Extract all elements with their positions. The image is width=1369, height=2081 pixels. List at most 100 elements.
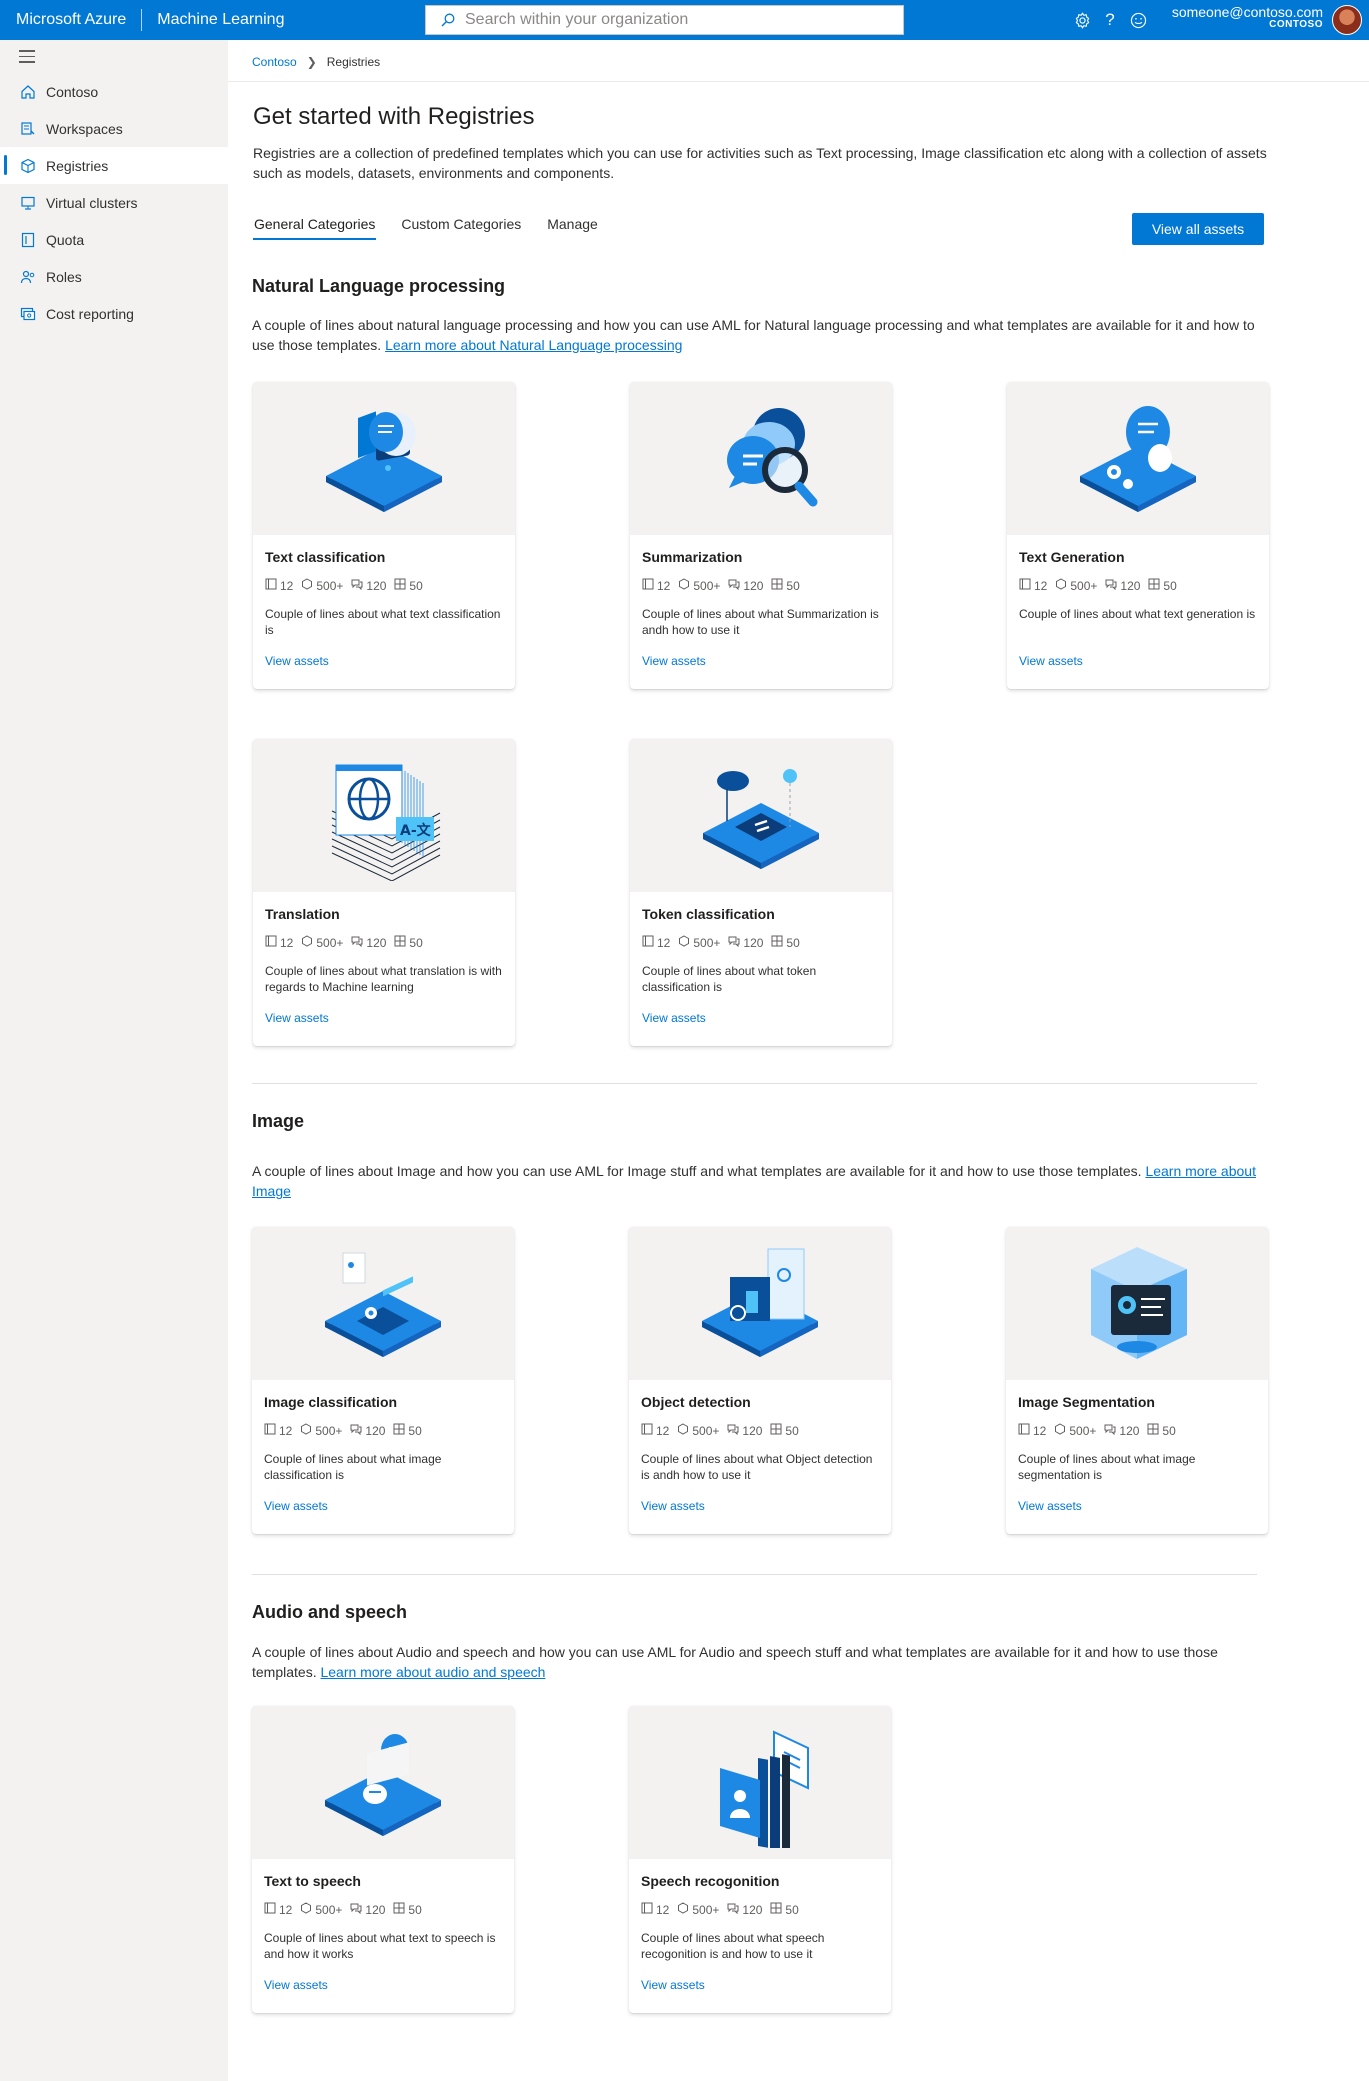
card-stat: 12 xyxy=(641,1902,669,1917)
help-icon[interactable]: ? xyxy=(1101,10,1119,30)
text-to-speech-illustration xyxy=(252,1706,514,1859)
view-assets-link[interactable]: View assets xyxy=(642,1011,706,1025)
card-description: Couple of lines about what token classif… xyxy=(642,964,817,994)
datasets-count-icon xyxy=(678,578,693,593)
components-count-icon xyxy=(1147,1423,1162,1438)
registry-card-text-to-speech[interactable]: Text to speech 12 500+ 120 50 Couple of lin… xyxy=(252,1706,514,2013)
brand-name[interactable]: Microsoft Azure xyxy=(0,11,126,29)
learn-more-nlp-link[interactable]: Learn more about Natural Language proces… xyxy=(385,337,682,353)
product-name[interactable]: Machine Learning xyxy=(157,11,284,29)
view-all-assets-button[interactable]: View all assets xyxy=(1132,213,1264,245)
registry-card-summarization[interactable]: Summarization 12 500+ 120 50 Couple of line… xyxy=(630,382,892,689)
card-stat: 50 xyxy=(1147,1423,1176,1438)
card-stats: 12 500+ 120 50 xyxy=(264,1902,502,1917)
stat-value: 120 xyxy=(743,578,764,593)
view-assets-link[interactable]: View assets xyxy=(1019,654,1083,668)
card-stat: 12 xyxy=(265,935,293,950)
stat-value: 120 xyxy=(742,1423,763,1438)
stat-value: 50 xyxy=(1162,1423,1176,1438)
view-assets-link[interactable]: View assets xyxy=(264,1499,328,1513)
card-stat: 500+ xyxy=(301,578,343,593)
datasets-count-icon xyxy=(1055,578,1070,593)
registry-card-token-classification[interactable]: Token classification 12 500+ 120 50 Couple … xyxy=(630,739,892,1046)
card-description: Couple of lines about what text classifi… xyxy=(265,607,501,637)
card-stats: 12 500+ 120 50 xyxy=(641,1902,879,1917)
sidebar-item-contoso[interactable]: Contoso xyxy=(0,73,228,110)
card-stat: 120 xyxy=(1104,1423,1139,1438)
stat-value: 120 xyxy=(365,1902,386,1917)
learn-more-audio-link[interactable]: Learn more about audio and speech xyxy=(320,1664,545,1680)
datasets-count-icon xyxy=(300,1423,315,1438)
stat-value: 12 xyxy=(279,1423,293,1438)
sidebar-item-cost-reporting[interactable]: Cost reporting xyxy=(0,295,228,332)
speech-recognition-illustration xyxy=(629,1706,891,1859)
tab-manage[interactable]: Manage xyxy=(546,212,599,240)
hamburger-menu-icon[interactable] xyxy=(19,50,35,64)
card-description: Couple of lines about what translation i… xyxy=(265,964,502,994)
stat-value: 500+ xyxy=(692,1902,720,1917)
card-description: Couple of lines about what text generati… xyxy=(1019,607,1256,621)
avatar[interactable] xyxy=(1332,5,1362,35)
components-count-icon xyxy=(393,1902,408,1917)
registry-card-object-detection[interactable]: Object detection 12 500+ 120 50 Couple of l… xyxy=(629,1227,891,1534)
sidebar-item-virtual-clusters[interactable]: Virtual clusters xyxy=(0,184,228,221)
settings-icon[interactable] xyxy=(1073,10,1091,30)
models-count-icon xyxy=(265,578,280,593)
registry-card-image-classification[interactable]: Image classification 12 500+ 120 50 Couple … xyxy=(252,1227,514,1534)
stat-value: 500+ xyxy=(1070,578,1098,593)
view-assets-link[interactable]: View assets xyxy=(1018,1499,1082,1513)
feedback-icon[interactable] xyxy=(1129,10,1147,30)
sidebar-item-quota[interactable]: Quota xyxy=(0,221,228,258)
card-stat: 50 xyxy=(770,1902,799,1917)
view-assets-link[interactable]: View assets xyxy=(265,1011,329,1025)
search-box[interactable] xyxy=(425,5,904,35)
stat-value: 12 xyxy=(280,578,294,593)
breadcrumb-registries: Registries xyxy=(326,55,381,69)
stat-value: 12 xyxy=(657,578,671,593)
sidebar-item-roles[interactable]: Roles xyxy=(0,258,228,295)
registry-card-text-classification[interactable]: Text classification 12 500+ 120 50 Couple o… xyxy=(253,382,515,689)
breadcrumb: Contoso ❯ Registries xyxy=(252,55,380,69)
section-divider xyxy=(252,1083,1257,1084)
card-stat: 50 xyxy=(393,1423,422,1438)
stat-value: 12 xyxy=(656,1902,670,1917)
card-stat: 500+ xyxy=(677,1902,719,1917)
registry-card-speech-recognition[interactable]: Speech recogonition 12 500+ 120 50 Couple o… xyxy=(629,1706,891,2013)
tab-general-categories[interactable]: General Categories xyxy=(253,212,377,240)
search-icon xyxy=(441,13,455,27)
workspaces-icon xyxy=(21,121,35,135)
view-assets-link[interactable]: View assets xyxy=(264,1978,328,1992)
stat-value: 120 xyxy=(365,1423,386,1438)
registry-card-text-generation[interactable]: Text Generation 12 500+ 120 50 Couple of li… xyxy=(1007,382,1269,689)
card-stat: 120 xyxy=(727,1902,762,1917)
sidebar-item-label: Cost reporting xyxy=(46,305,134,322)
sidebar-item-label: Workspaces xyxy=(46,120,123,137)
card-stat: 120 xyxy=(728,578,763,593)
components-count-icon xyxy=(771,578,786,593)
view-assets-link[interactable]: View assets xyxy=(642,654,706,668)
registry-card-translation[interactable]: A-文 Translation 12 500+ 120 50 Couple of li… xyxy=(253,739,515,1046)
sidebar-item-workspaces[interactable]: Workspaces xyxy=(0,110,228,147)
view-assets-link[interactable]: View assets xyxy=(265,654,329,668)
datasets-count-icon xyxy=(1054,1423,1069,1438)
components-count-icon xyxy=(394,578,409,593)
sidebar-item-registries[interactable]: Registries xyxy=(0,147,228,184)
view-assets-link[interactable]: View assets xyxy=(641,1499,705,1513)
stat-value: 50 xyxy=(786,935,800,950)
stat-value: 12 xyxy=(279,1902,293,1917)
sidebar-item-label: Quota xyxy=(46,231,85,248)
card-stat: 500+ xyxy=(1054,1423,1096,1438)
environments-count-icon xyxy=(728,935,743,950)
sidebar: Contoso Workspaces Registries Virtual cl… xyxy=(0,40,228,2081)
tab-custom-categories[interactable]: Custom Categories xyxy=(400,212,522,240)
environments-count-icon xyxy=(727,1423,742,1438)
account-info[interactable]: someone@contoso.com CONTOSO xyxy=(1172,5,1323,30)
registry-card-image-segmentation[interactable]: Image Segmentation 12 500+ 120 50 Couple of… xyxy=(1006,1227,1268,1534)
sidebar-item-label: Virtual clusters xyxy=(46,194,138,211)
view-assets-link[interactable]: View assets xyxy=(641,1978,705,1992)
search-input[interactable] xyxy=(465,11,885,29)
text-generation-illustration xyxy=(1007,382,1269,535)
breadcrumb-contoso[interactable]: Contoso xyxy=(252,55,297,69)
models-count-icon xyxy=(265,935,280,950)
environments-count-icon xyxy=(727,1902,742,1917)
